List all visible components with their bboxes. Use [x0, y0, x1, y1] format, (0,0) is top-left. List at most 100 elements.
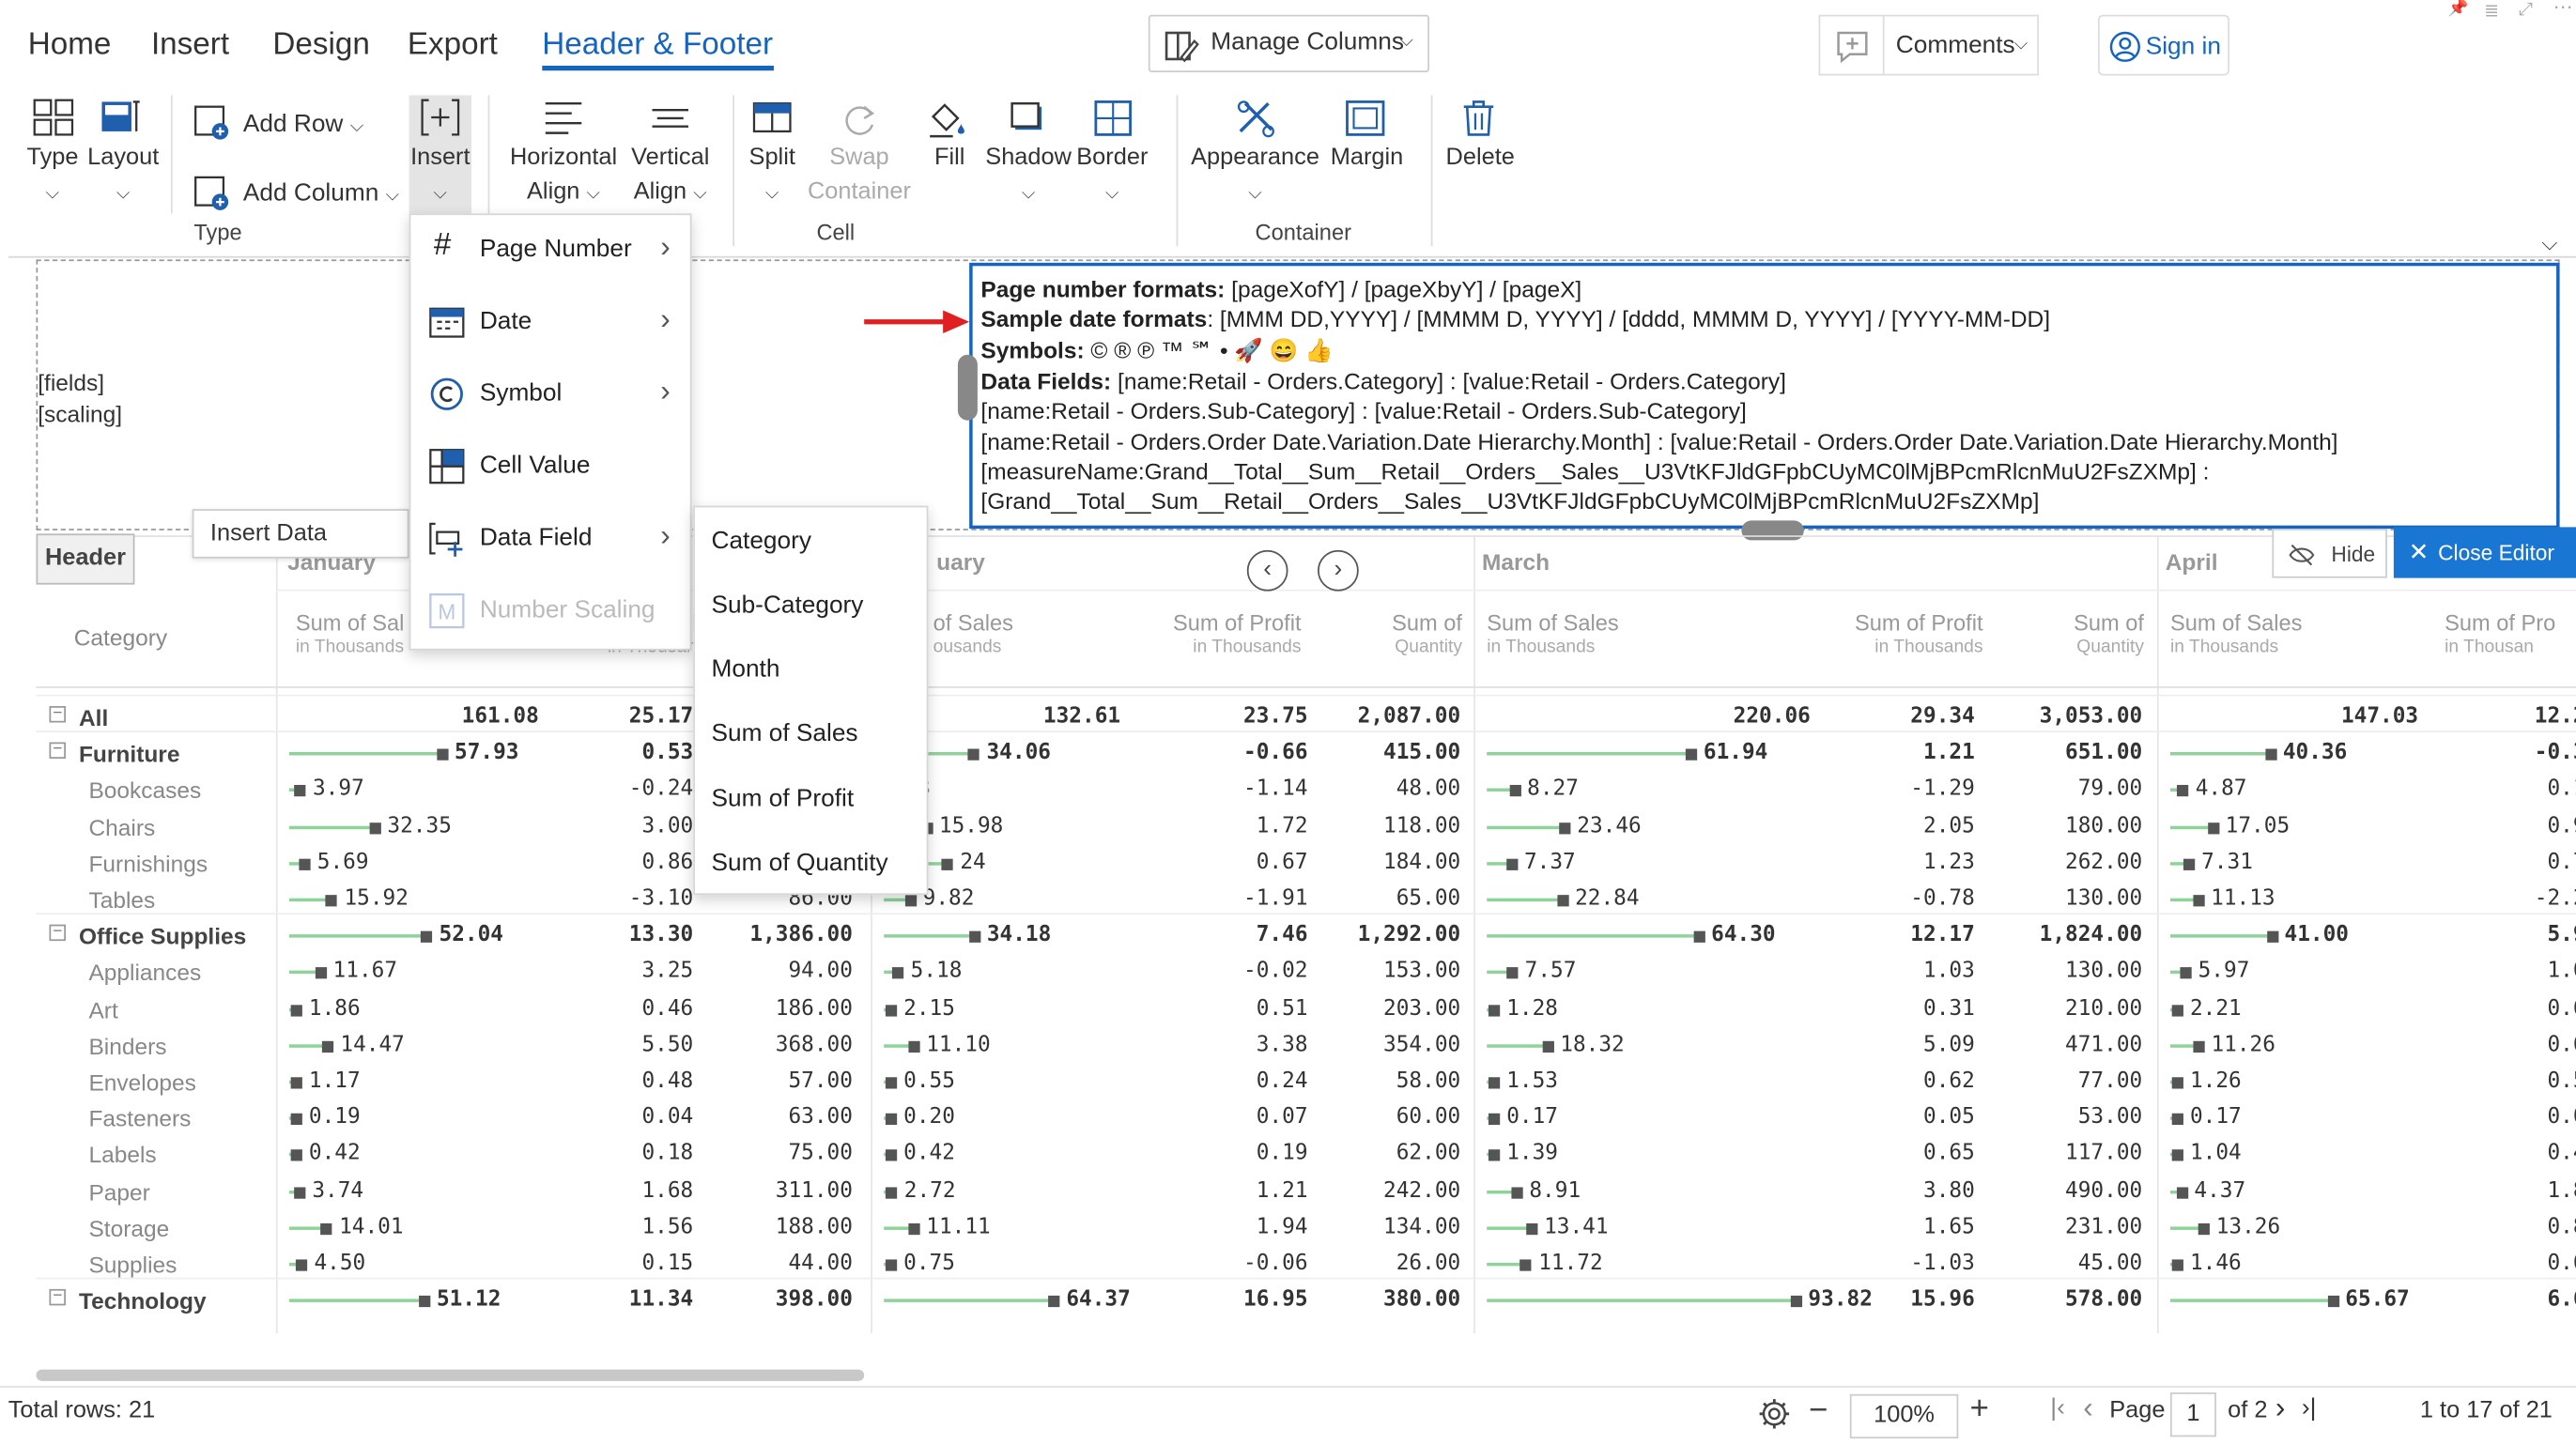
swap-label: Swap: [829, 144, 889, 171]
editor-line-2[interactable]: Sample date formats: [MMM DD,YYYY] / [MM…: [980, 305, 2050, 331]
sample-date-formats-label: Sample date formats: [980, 305, 1208, 332]
shadow-button[interactable]: Shadow ⌵: [982, 141, 1074, 211]
sales-bar-marker: [421, 930, 433, 944]
swap-container-button[interactable]: Swap Container: [802, 141, 917, 209]
quantity-value: 130.00: [2065, 960, 2143, 985]
quantity-value: 415.00: [1383, 741, 1461, 766]
type-button[interactable]: Type ⌵: [23, 141, 82, 211]
menu-item-number-scaling[interactable]: M Number Scaling: [410, 576, 689, 649]
sales-value: 41.00: [2284, 923, 2350, 948]
editor-line-4[interactable]: Data Fields: [name:Retail - Orders.Categ…: [980, 368, 1786, 394]
swap-icon: [845, 105, 875, 135]
row-border: [36, 1277, 2576, 1280]
editor-line-5[interactable]: [name:Retail - Orders.Sub-Category] : [v…: [980, 397, 1746, 423]
group-label-type: Type: [193, 220, 242, 245]
add-comment-icon[interactable]: [1833, 26, 1875, 66]
profit-value: 13.30: [628, 923, 694, 948]
sales-value: 4.37: [2194, 1177, 2246, 1204]
page-number-input[interactable]: 1: [2169, 1392, 2216, 1437]
submenu-item-month[interactable]: Month: [711, 655, 779, 684]
zoom-input[interactable]: 100%: [1849, 1393, 1959, 1439]
vertical-label: Vertical: [631, 144, 710, 171]
sales-bar: [1487, 1043, 1548, 1048]
split-button[interactable]: Split ⌵: [737, 141, 806, 211]
tab-export[interactable]: Export: [408, 28, 498, 64]
layout-button[interactable]: Layout ⌵: [85, 141, 161, 211]
quantity-value: 311.00: [775, 1177, 853, 1204]
pin-icon[interactable]: 📌: [2448, 0, 2469, 18]
submenu-item-sum-of-quantity[interactable]: Sum of Quantity: [711, 849, 887, 877]
tab-design[interactable]: Design: [272, 28, 369, 64]
layout-icon: [101, 100, 140, 131]
more-icon[interactable]: ⋯: [2553, 0, 2573, 18]
menu-item-page-number[interactable]: # Page Number ›: [410, 215, 689, 287]
add-column-label: Add Column: [242, 178, 379, 208]
submenu-item-category[interactable]: Category: [711, 527, 810, 555]
settings-gear-icon[interactable]: [1758, 1397, 1791, 1430]
column-header: Sum of Quantity: [2004, 611, 2144, 660]
sign-in-button[interactable]: Sign in: [2097, 14, 2229, 76]
add-column-button[interactable]: Add Column ⌵: [243, 176, 399, 213]
delete-button[interactable]: Delete: [1439, 141, 1520, 176]
tab-insert[interactable]: Insert: [151, 28, 229, 64]
quantity-value: 188.00: [775, 1214, 853, 1240]
appearance-button[interactable]: Appearance ⌵: [1190, 141, 1321, 211]
shadow-icon: [1010, 101, 1042, 131]
sales-bar-marker: [2192, 895, 2205, 907]
submenu-item-sub-category[interactable]: Sub-Category: [711, 592, 863, 620]
sales-value: 1.86: [308, 995, 361, 1022]
manage-columns-button[interactable]: Manage Columns ⌵: [1148, 14, 1429, 72]
container-label: Container: [807, 178, 911, 206]
menu-item-cell-value[interactable]: Cell Value: [410, 432, 689, 504]
submenu-item-sum-of-profit[interactable]: Sum of Profit: [711, 785, 854, 813]
zoom-in-icon[interactable]: +: [1970, 1391, 1989, 1428]
previous-page-icon[interactable]: ‹: [2083, 1391, 2092, 1425]
margin-icon: [1346, 100, 1385, 136]
profit-value: 7.46: [1256, 923, 1308, 948]
profit-value: 1.8: [2547, 1177, 2576, 1204]
submenu-item-sum-of-sales[interactable]: Sum of Sales: [711, 719, 857, 747]
first-page-icon[interactable]: |‹: [2050, 1394, 2065, 1422]
filter-icon[interactable]: ≣: [2484, 0, 2499, 22]
hide-button[interactable]: Hide: [2272, 529, 2387, 578]
next-month-icon[interactable]: ›: [1318, 549, 1359, 592]
margin-button[interactable]: Margin: [1326, 141, 1408, 176]
last-page-icon[interactable]: ›|: [2302, 1394, 2317, 1422]
sales-value: 1.17: [308, 1068, 361, 1094]
editor-line-7[interactable]: [measureName:Grand__Total__Sum__Retail__…: [980, 458, 2209, 484]
sales-bar-marker: [892, 967, 904, 980]
close-editor-button[interactable]: ✕ Close Editor: [2393, 527, 2576, 578]
previous-month-icon[interactable]: ‹: [1246, 549, 1288, 592]
editor-line-8[interactable]: [Grand__Total__Sum__Retail__Orders__Sale…: [980, 487, 2039, 514]
editor-line-6[interactable]: [name:Retail - Orders.Order Date.Variati…: [980, 428, 2337, 454]
horizontal-align-button[interactable]: Horizontal Align ⌵: [504, 141, 623, 211]
expand-icon[interactable]: ⤢: [2519, 0, 2533, 22]
tab-home[interactable]: Home: [28, 28, 112, 64]
editor-line-3[interactable]: Symbols: © ® ℗ ™ ℠ • 🚀 😄 👍: [980, 337, 1333, 365]
editor-line-1[interactable]: Page number formats: [pageXofY] / [pageX…: [980, 276, 1581, 302]
zoom-out-icon[interactable]: −: [1809, 1392, 1828, 1430]
border-button[interactable]: Border ⌵: [1074, 141, 1149, 211]
sales-value: 9.82: [922, 886, 975, 912]
next-page-icon[interactable]: ›: [2275, 1391, 2285, 1425]
tab-header-footer[interactable]: Header & Footer: [542, 28, 773, 64]
insert-button[interactable]: Insert ⌵: [409, 141, 471, 211]
menu-item-data-field[interactable]: Data Field ›: [410, 504, 689, 576]
comments-dropdown[interactable]: Comments: [1896, 31, 2015, 59]
vertical-align-button[interactable]: Vertical Align ⌵: [626, 141, 715, 211]
header-left-cell[interactable]: [fields] [scaling]: [38, 368, 122, 430]
data-field-icon: [429, 522, 463, 557]
quantity-value: 210.00: [2065, 995, 2143, 1022]
menu-item-symbol[interactable]: Symbol ›: [410, 360, 689, 432]
column-header-title: Sum of Profit: [1855, 610, 1983, 636]
add-row-button[interactable]: Add Row ⌵: [243, 107, 363, 145]
row-category: Storage: [88, 1214, 170, 1241]
menu-item-date[interactable]: Date ›: [410, 287, 689, 360]
left-resize-handle[interactable]: [957, 354, 978, 421]
fill-button[interactable]: Fill: [920, 141, 979, 176]
sales-value: 13.41: [1544, 1214, 1609, 1240]
profit-value: -1.29: [1910, 776, 1975, 803]
horizontal-scrollbar[interactable]: [36, 1369, 865, 1381]
collapse-ribbon-icon[interactable]: ⌵: [2541, 230, 2557, 256]
sales-value: 11.11: [926, 1214, 991, 1240]
